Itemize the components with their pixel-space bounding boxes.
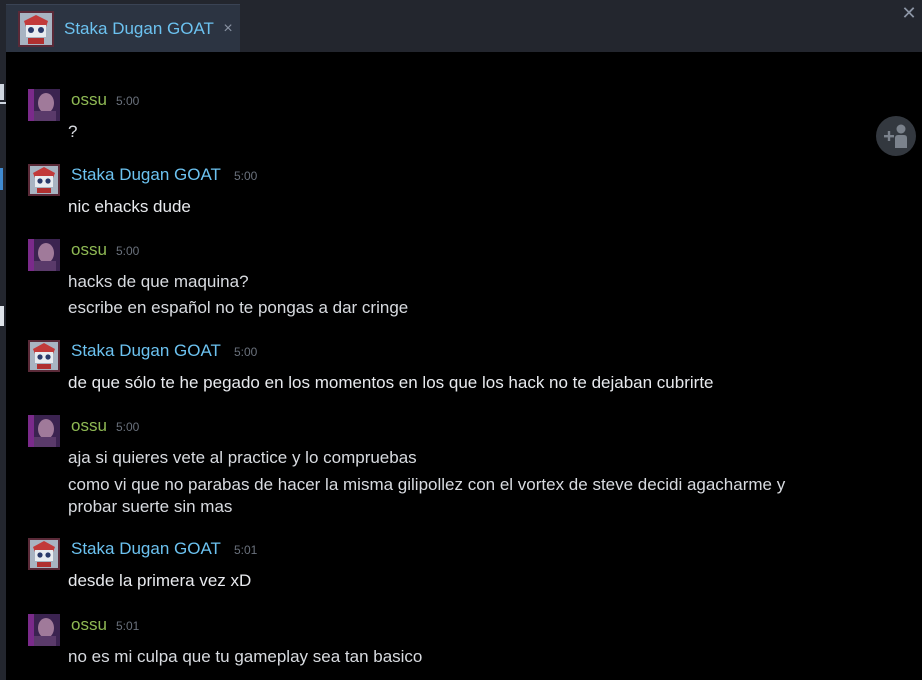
message-text: nic ehacks dude [68,197,191,216]
message-text: probar suerte sin mas [68,497,233,516]
tab-title: Staka Dugan GOAT [64,19,214,38]
message-timestamp: 5:01 [116,619,140,633]
add-friend-button[interactable] [876,116,916,156]
add-friend-icon [884,124,907,148]
chat-tab[interactable]: Staka Dugan GOAT × [6,4,240,53]
message-text: de que sólo te he pegado en los momentos… [68,373,714,392]
message-text: desde la primera vez xD [68,571,252,590]
background-window-edge [0,84,4,100]
ossu-avatar[interactable] [28,89,60,121]
message-text: ? [68,122,78,141]
message-text: como vi que no parabas de hacer la misma… [68,475,786,494]
staka-avatar[interactable] [28,340,60,372]
message-timestamp: 5:00 [234,345,258,359]
ossu-avatar[interactable] [28,614,60,646]
message-timestamp: 5:00 [116,420,140,434]
message-timestamp: 5:00 [234,169,258,183]
background-window-edge [0,168,3,190]
background-window-edge [0,306,4,326]
ossu-avatar[interactable] [28,239,60,271]
ossu-avatar[interactable] [28,415,60,447]
author-name[interactable]: Staka Dugan GOAT [71,340,221,362]
tab-close-button[interactable]: × [218,17,238,41]
author-name[interactable]: ossu [71,239,107,261]
author-name[interactable]: Staka Dugan GOAT [71,164,221,186]
staka-avatar[interactable] [28,538,60,570]
message-text: aja si quieres vete al practice y lo com… [68,448,417,467]
author-name[interactable]: ossu [71,89,107,111]
message-text: hacks de que maquina? [68,272,249,291]
chat-history[interactable]: ossu 5:00 ? Staka Dugan GOAT 5:00 nic eh… [6,52,922,680]
message-timestamp: 5:01 [234,543,258,557]
author-name[interactable]: ossu [71,415,107,437]
message-timestamp: 5:00 [116,244,140,258]
author-name[interactable]: Staka Dugan GOAT [71,538,221,560]
staka-avatar[interactable] [28,164,60,196]
window-close-button[interactable]: ✕ [898,2,920,24]
window-titlebar: Staka Dugan GOAT × ✕ [0,0,922,53]
staka-avatar-icon [18,11,54,47]
message-timestamp: 5:00 [116,94,140,108]
message-text: no es mi culpa que tu gameplay sea tan b… [68,647,423,666]
author-name[interactable]: ossu [71,614,107,636]
message-text: escribe en español no te pongas a dar cr… [68,298,409,317]
